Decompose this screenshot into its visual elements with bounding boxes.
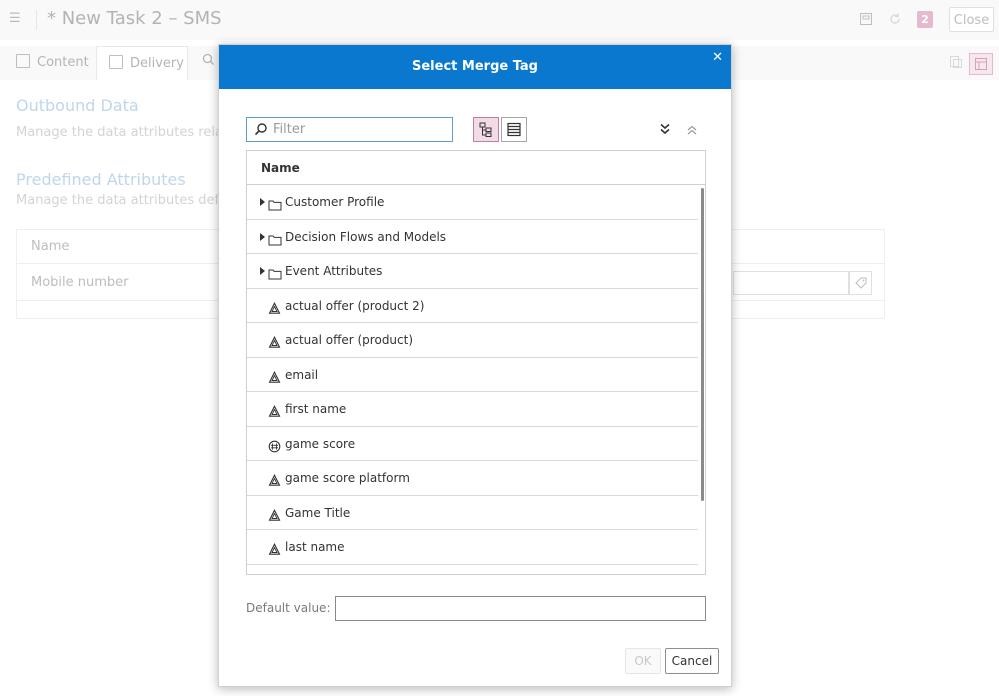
close-icon[interactable]: ✕ <box>712 51 723 65</box>
attribute-icon <box>268 334 282 348</box>
tree-item-label: actual offer (product 2) <box>285 298 425 313</box>
tree-item[interactable]: game score platform <box>247 461 698 496</box>
dialog-header: Select Merge Tag ✕ <box>219 45 731 89</box>
tree-rows: Customer Profile Decision Flows and Model… <box>247 185 698 565</box>
numeric-attribute-icon <box>268 438 282 452</box>
tree-item[interactable]: last name <box>247 530 698 565</box>
scrollbar-thumb[interactable] <box>701 188 704 501</box>
tree-item[interactable]: actual offer (product 2) <box>247 289 698 323</box>
tree-header: Name <box>247 151 705 185</box>
search-icon <box>254 123 267 136</box>
tree-item-label: first name <box>285 402 347 416</box>
attribute-icon <box>268 507 282 521</box>
folder-icon <box>268 265 282 280</box>
attribute-icon <box>268 472 282 486</box>
attribute-icon <box>268 541 282 555</box>
expand-all-icon[interactable] <box>660 123 670 135</box>
tree-item-label: game score <box>285 436 356 451</box>
dialog-title: Select Merge Tag <box>412 59 538 74</box>
default-value-input[interactable] <box>335 596 706 621</box>
column-header-name: Name <box>261 161 300 175</box>
collapse-all-icon[interactable] <box>687 125 697 135</box>
tree-item[interactable]: Decision Flows and Models <box>247 220 698 254</box>
tree-item-label: Event Attributes <box>285 264 383 278</box>
tree-view-button[interactable] <box>473 117 499 142</box>
cancel-button[interactable]: Cancel <box>665 648 719 674</box>
expand-caret-icon[interactable] <box>260 232 265 241</box>
folder-icon <box>268 231 282 245</box>
tree-item-label: game score platform <box>285 471 410 485</box>
list-view-icon <box>507 122 521 137</box>
tree-item[interactable]: first name <box>247 392 698 427</box>
attribute-icon <box>268 300 282 314</box>
attribute-icon <box>268 369 282 383</box>
tree-item-label: Game Title <box>285 505 351 520</box>
merge-tag-tree: Name Customer Profile Decision Flows and … <box>246 150 706 575</box>
tree-item[interactable]: email <box>247 358 698 392</box>
default-value-label: Default value: <box>246 601 331 615</box>
expand-caret-icon[interactable] <box>260 267 265 275</box>
tree-item-label: Decision Flows and Models <box>285 229 447 244</box>
tree-item[interactable]: actual offer (product) <box>247 323 698 358</box>
tree-item-label: email <box>285 367 319 382</box>
tree-item-label: Customer Profile <box>285 195 385 209</box>
tree-item-label: actual offer (product) <box>285 333 414 347</box>
tree-view-icon <box>479 122 492 137</box>
ok-button[interactable]: OK <box>625 648 661 674</box>
expand-caret-icon[interactable] <box>260 198 265 206</box>
tree-item[interactable]: game score <box>247 427 698 461</box>
list-view-button[interactable] <box>501 117 527 142</box>
tree-item-label: last name <box>285 540 345 554</box>
tree-item[interactable]: Customer Profile <box>247 185 698 220</box>
merge-tag-dialog: Select Merge Tag ✕ Name Customer Profile… <box>218 44 732 687</box>
tree-item[interactable]: Game Title <box>247 496 698 530</box>
folder-icon <box>268 196 282 211</box>
attribute-icon <box>268 403 282 417</box>
filter-field[interactable] <box>246 117 453 142</box>
tree-item[interactable]: Event Attributes <box>247 254 698 289</box>
filter-input[interactable] <box>273 120 448 139</box>
